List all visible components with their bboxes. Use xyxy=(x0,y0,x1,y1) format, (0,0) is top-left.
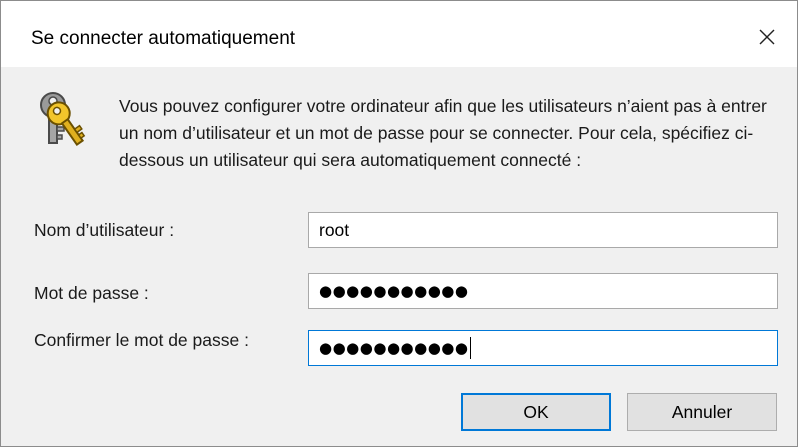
confirm-password-field[interactable]: ●●●●●●●●●●● xyxy=(308,330,778,366)
password-value: ●●●●●●●●●●● xyxy=(319,282,469,300)
close-button[interactable] xyxy=(747,19,787,55)
instruction-text: Vous pouvez configurer votre ordinateur … xyxy=(119,96,767,170)
username-field[interactable]: root xyxy=(308,212,778,248)
confirm-password-label: Confirmer le mot de passe : xyxy=(34,330,249,350)
username-label: Nom d’utilisateur : xyxy=(34,220,175,240)
password-field[interactable]: ●●●●●●●●●●● xyxy=(308,273,778,309)
keys-icon xyxy=(40,92,86,147)
close-icon xyxy=(759,29,775,45)
title-bar: Se connecter automatiquement xyxy=(1,1,797,67)
text-caret xyxy=(470,337,472,359)
dialog-title: Se connecter automatiquement xyxy=(31,28,296,49)
confirm-password-value: ●●●●●●●●●●● xyxy=(319,339,469,357)
auto-logon-dialog: Se connecter automatiquement Vous pouvez… xyxy=(0,0,798,447)
ok-button[interactable]: OK xyxy=(461,393,611,431)
password-label: Mot de passe : xyxy=(34,283,149,303)
cancel-button[interactable]: Annuler xyxy=(627,393,777,431)
username-value: root xyxy=(319,219,350,240)
